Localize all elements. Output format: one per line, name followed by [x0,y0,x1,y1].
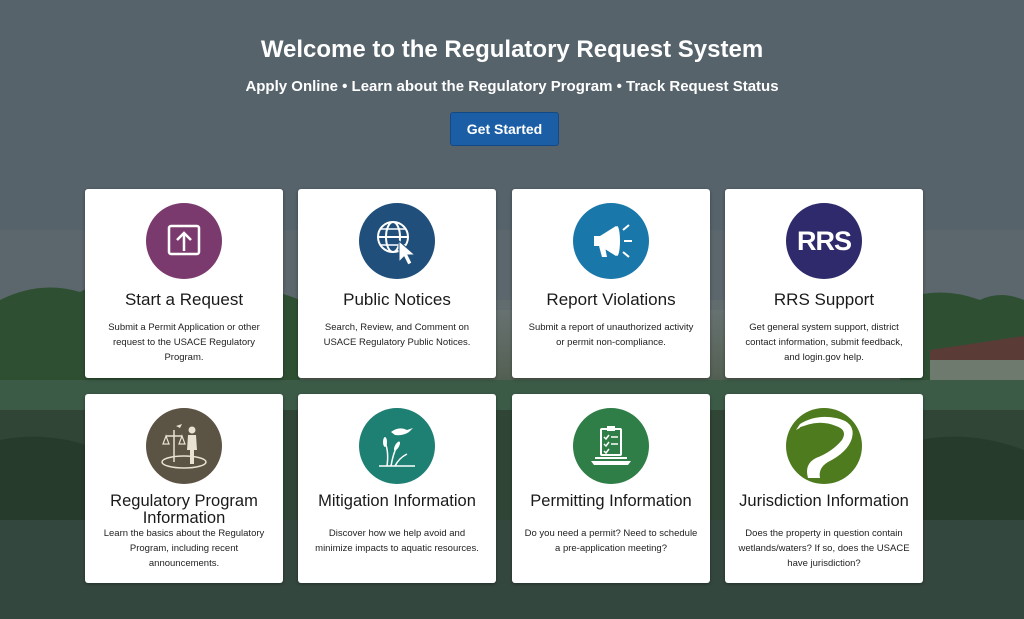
card-description: Do you need a permit? Need to schedule a… [524,528,698,554]
upload-icon [146,203,222,279]
card-description: Does the property in question contain we… [738,528,910,569]
card-title: Permitting Information [530,492,692,510]
card-mitigation-information[interactable]: Mitigation Information Discover how we h… [298,394,496,583]
card-public-notices[interactable]: Public Notices Search, Review, and Comme… [298,189,496,378]
globe-cursor-icon [359,203,435,279]
card-description: Get general system support, district con… [745,322,903,363]
card-description: Submit a Permit Application or other req… [108,322,260,363]
checklist-laptop-icon [573,408,649,484]
hero-subtitle: Apply Online • Learn about the Regulator… [245,78,779,95]
card-description: Submit a report of unauthorized activity… [528,322,694,348]
scales-person-icon [146,408,222,484]
river-icon [786,408,862,484]
card-report-violations[interactable]: Report Violations Submit a report of una… [512,189,710,378]
card-title: Start a Request [124,290,244,309]
card-title: Report Violations [546,290,676,309]
card-title: Regulatory Program Information [110,492,258,527]
megaphone-icon [573,203,649,279]
rrs-logo: RRS [786,203,862,279]
card-rrs-support[interactable]: RRS RRS Support Get general system suppo… [725,189,923,378]
card-title: Public Notices [343,290,451,309]
page-title: Welcome to the Regulatory Request System [260,36,764,63]
get-started-button[interactable]: Get Started [450,112,559,146]
rrs-logo-text: RRS [796,225,852,256]
card-start-a-request[interactable]: Start a Request Submit a Permit Applicat… [85,189,283,378]
card-description: Discover how we help avoid and minimize … [315,528,479,554]
card-jurisdiction-information[interactable]: Jurisdiction Information Does the proper… [725,394,923,583]
card-description: Learn the basics about the Regulatory Pr… [103,528,265,569]
card-title: Mitigation Information [318,492,476,510]
card-permitting-information[interactable]: Permitting Information Do you need a per… [512,394,710,583]
card-description: Search, Review, and Comment on USACE Reg… [323,322,471,348]
card-title: RRS Support [773,290,875,309]
heron-wetland-icon [359,408,435,484]
card-regulatory-program-information[interactable]: Regulatory Program Information Learn the… [85,394,283,583]
card-title: Jurisdiction Information [739,492,909,510]
